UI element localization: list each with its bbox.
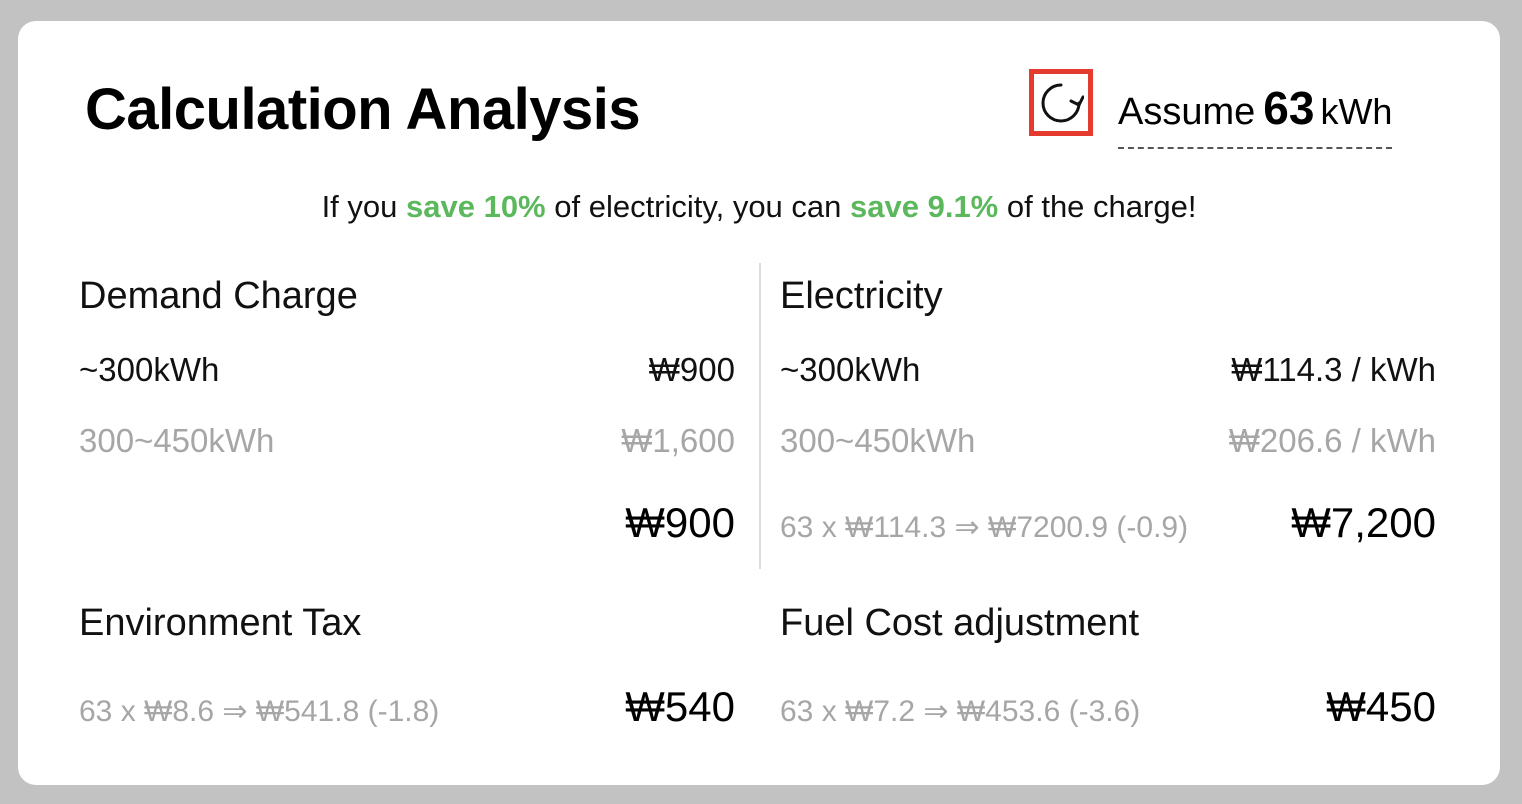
- refresh-icon: [1041, 83, 1084, 122]
- demand-charge-title: Demand Charge: [79, 275, 358, 317]
- environment-tax-title: Environment Tax: [79, 602, 362, 644]
- electricity-total-row: 63 x ₩114.3 ⇒ ₩7200.9 (-0.9) ₩7,200: [780, 499, 1436, 547]
- page-title: Calculation Analysis: [85, 77, 641, 142]
- electricity-total: ₩7,200: [1291, 499, 1436, 546]
- electricity-tier-row: 300~450kWh ₩206.6 / kWh: [780, 422, 1436, 460]
- fuel-cost-calc: 63 x ₩7.2 ⇒ ₩453.6 (-3.6): [780, 695, 1141, 728]
- refresh-button[interactable]: [1029, 69, 1093, 136]
- electricity-tier-row: ~300kWh ₩114.3 / kWh: [780, 351, 1436, 389]
- tier-range: 300~450kWh: [780, 422, 976, 459]
- fuel-cost-total: ₩450: [1326, 683, 1436, 730]
- assume-unit: kWh: [1320, 91, 1393, 132]
- assume-value: 63: [1263, 82, 1315, 134]
- tier-price: ₩206.6 / kWh: [1228, 422, 1436, 459]
- tier-price: ₩1,600: [621, 422, 735, 459]
- summary-highlight-electricity: save 10%: [406, 189, 546, 224]
- tier-range: 300~450kWh: [79, 422, 275, 459]
- fuel-cost-row: 63 x ₩7.2 ⇒ ₩453.6 (-3.6) ₩450: [780, 683, 1436, 731]
- demand-tier-row: ~300kWh ₩900: [79, 351, 735, 389]
- summary-text: of the charge!: [998, 189, 1197, 224]
- electricity-calc: 63 x ₩114.3 ⇒ ₩7200.9 (-0.9): [780, 511, 1189, 544]
- summary-text: If you: [321, 189, 406, 224]
- tier-price: ₩900: [648, 351, 735, 388]
- calculation-card: Calculation Analysis Assume 63 kWh If you …: [18, 21, 1500, 785]
- savings-summary: If you save 10% of electricity, you can …: [18, 189, 1500, 225]
- assumed-usage[interactable]: Assume 63 kWh: [1118, 82, 1393, 149]
- fuel-cost-title: Fuel Cost adjustment: [780, 602, 1140, 644]
- electricity-title: Electricity: [780, 275, 943, 317]
- summary-text: of electricity, you can: [545, 189, 851, 224]
- summary-highlight-charge: save 9.1%: [850, 189, 999, 224]
- environment-tax-calc: 63 x ₩8.6 ⇒ ₩541.8 (-1.8): [79, 695, 440, 728]
- tier-range: ~300kWh: [79, 351, 220, 388]
- column-divider: [759, 263, 761, 569]
- demand-total-row: ₩900: [79, 499, 735, 547]
- assume-label: Assume: [1118, 91, 1256, 133]
- demand-total: ₩900: [625, 499, 735, 546]
- environment-tax-row: 63 x ₩8.6 ⇒ ₩541.8 (-1.8) ₩540: [79, 683, 735, 731]
- environment-tax-total: ₩540: [625, 683, 735, 730]
- demand-tier-row: 300~450kWh ₩1,600: [79, 422, 735, 460]
- tier-price: ₩114.3 / kWh: [1231, 351, 1436, 388]
- tier-range: ~300kWh: [780, 351, 921, 388]
